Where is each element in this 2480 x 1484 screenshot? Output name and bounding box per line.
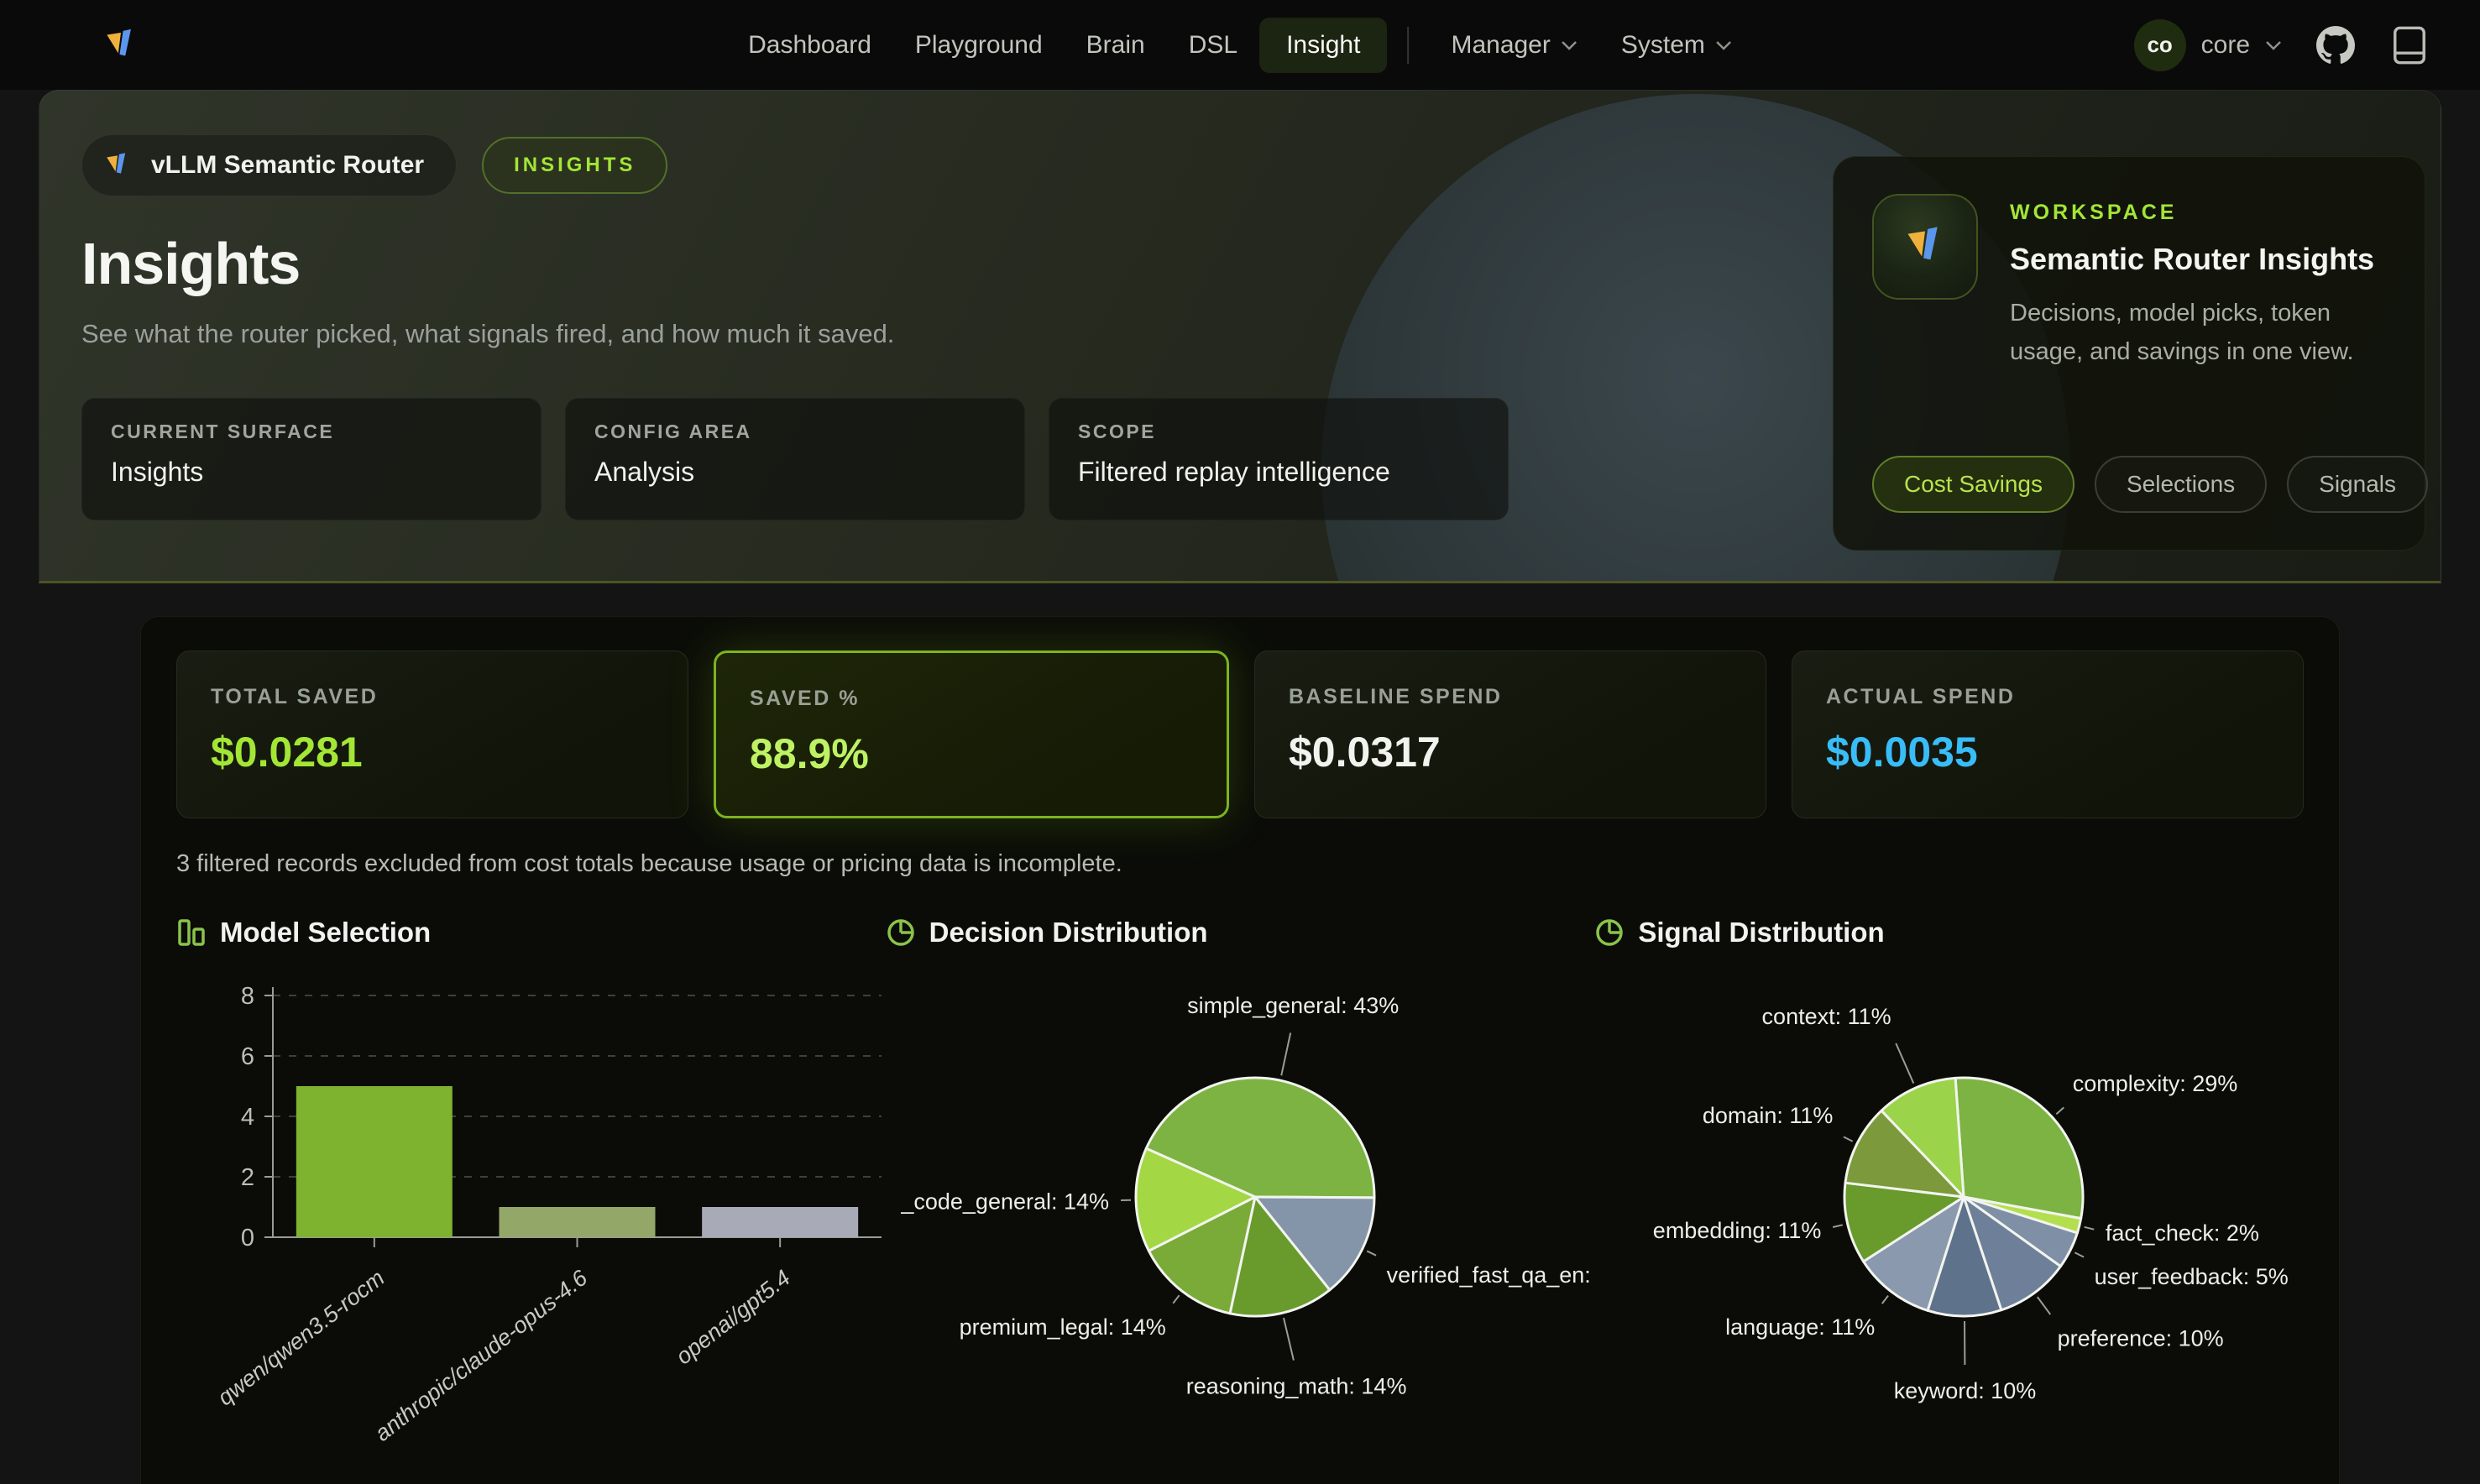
svg-text:qwen/qwen3.5-rocm: qwen/qwen3.5-rocm bbox=[212, 1265, 389, 1410]
workspace-title: Semantic Router Insights bbox=[2010, 242, 2379, 277]
tag-selections[interactable]: Selections bbox=[2095, 456, 2267, 513]
filtered-records-note: 3 filtered records excluded from cost to… bbox=[176, 850, 2304, 878]
metric-value: $0.0317 bbox=[1289, 728, 1732, 776]
nav-item-insight[interactable]: Insight bbox=[1259, 18, 1387, 73]
svg-text:0: 0 bbox=[241, 1225, 254, 1251]
account-menu[interactable]: co core bbox=[2134, 19, 2282, 71]
stat-label: CONFIG AREA bbox=[594, 421, 996, 443]
metric-value: 88.9% bbox=[750, 729, 1193, 778]
nav-item-dsl[interactable]: DSL bbox=[1167, 18, 1259, 73]
tag-signals[interactable]: Signals bbox=[2287, 456, 2428, 513]
signal-distribution-pie: complexity: 29% fact_check: 2% user_feedba… bbox=[1594, 960, 2304, 1464]
chart-title: Signal Distribution bbox=[1638, 917, 1884, 948]
metric-value: $0.0281 bbox=[211, 728, 654, 776]
vllm-logo-icon[interactable] bbox=[99, 24, 143, 67]
svg-text:keyword: 10%: keyword: 10% bbox=[1894, 1378, 2037, 1403]
workspace-tags: Cost Savings Selections Signals bbox=[1872, 456, 2386, 513]
avatar: co bbox=[2134, 19, 2186, 71]
svg-text:2: 2 bbox=[241, 1164, 254, 1191]
nav-item-playground[interactable]: Playground bbox=[893, 18, 1065, 73]
metric-label: SAVED % bbox=[750, 687, 1193, 711]
chevron-down-icon bbox=[1561, 40, 1577, 50]
stat-value: Filtered replay intelligence bbox=[1078, 457, 1479, 488]
workspace-description: Decisions, model picks, token usage, and… bbox=[2010, 294, 2379, 372]
model-selection-bar-chart: 0 2 4 6 8 qwen/qwen3.5-rocmanthropic/claude-o… bbox=[176, 960, 886, 1464]
insights-panel: TOTAL SAVED $0.0281 SAVED % 88.9% BASELI… bbox=[140, 616, 2340, 1484]
github-icon[interactable] bbox=[2315, 25, 2356, 65]
nav-divider bbox=[1407, 27, 1409, 64]
svg-text:embedding: 11%: embedding: 11% bbox=[1653, 1218, 1822, 1243]
metric-label: BASELINE SPEND bbox=[1289, 685, 1732, 709]
chart-title: Model Selection bbox=[220, 917, 431, 948]
workspace-logo-tile bbox=[1872, 194, 1978, 300]
charts-row: Model Selection 0 2 4 6 8 qwen/qwen3.5-rocman… bbox=[176, 917, 2304, 1464]
svg-text:openai/gpt5.4: openai/gpt5.4 bbox=[671, 1265, 794, 1369]
model-selection-chart: Model Selection 0 2 4 6 8 qwen/qwen3.5-rocman… bbox=[176, 917, 886, 1464]
svg-text:anthropic/claude-opus-4.6: anthropic/claude-opus-4.6 bbox=[370, 1264, 593, 1445]
metric-label: ACTUAL SPEND bbox=[1826, 685, 2269, 709]
metric-value: $0.0035 bbox=[1826, 728, 2269, 776]
metric-label: TOTAL SAVED bbox=[211, 685, 654, 709]
svg-text:_code_general: 14%: _code_general: 14% bbox=[900, 1189, 1109, 1214]
stat-value: Insights bbox=[111, 457, 512, 488]
svg-text:preference: 10%: preference: 10% bbox=[2058, 1325, 2224, 1351]
svg-text:4: 4 bbox=[241, 1104, 254, 1131]
stat-value: Analysis bbox=[594, 457, 996, 488]
nav-dropdown-manager-label: Manager bbox=[1451, 31, 1550, 60]
bar-chart-icon bbox=[176, 917, 207, 948]
svg-text:8: 8 bbox=[241, 983, 254, 1010]
top-nav-bar: Dashboard Playground Brain DSL Insight M… bbox=[0, 0, 2480, 90]
decision-distribution-pie: simple_general: 43% verified_fast_qa_en: … bbox=[886, 960, 1595, 1464]
vllm-logo-icon bbox=[1898, 220, 1952, 274]
chevron-down-icon bbox=[2265, 40, 2282, 50]
nav-dropdown-system-label: System bbox=[1621, 31, 1705, 60]
svg-text:user_feedback: 5%: user_feedback: 5% bbox=[2095, 1264, 2289, 1289]
nav-right-group: co core bbox=[2134, 19, 2430, 71]
svg-text:verified_fast_qa_en: 14: verified_fast_qa_en: 14 bbox=[1386, 1262, 1594, 1288]
stat-label: SCOPE bbox=[1078, 421, 1479, 443]
hero-section: vLLM Semantic Router INSIGHTS Insights S… bbox=[39, 90, 2441, 583]
chart-title: Decision Distribution bbox=[929, 917, 1208, 948]
metric-cards: TOTAL SAVED $0.0281 SAVED % 88.9% BASELI… bbox=[176, 651, 2304, 818]
nav-dropdown-system[interactable]: System bbox=[1599, 18, 1754, 73]
svg-text:domain: 11%: domain: 11% bbox=[1703, 1103, 1834, 1128]
brand-badge-label: vLLM Semantic Router bbox=[151, 151, 424, 180]
brand-badge[interactable]: vLLM Semantic Router bbox=[81, 134, 457, 196]
stat-card-config-area: CONFIG AREA Analysis bbox=[565, 398, 1025, 520]
insights-badge: INSIGHTS bbox=[482, 137, 667, 194]
docs-book-icon[interactable] bbox=[2389, 25, 2430, 65]
account-name: core bbox=[2201, 31, 2250, 60]
metric-card-actual-spend[interactable]: ACTUAL SPEND $0.0035 bbox=[1792, 651, 2304, 818]
pie-chart-icon bbox=[886, 917, 916, 948]
stat-card-current-surface: CURRENT SURFACE Insights bbox=[81, 398, 542, 520]
svg-text:language: 11%: language: 11% bbox=[1726, 1314, 1876, 1340]
nav-item-brain[interactable]: Brain bbox=[1065, 18, 1167, 73]
metric-card-saved-percent[interactable]: SAVED % 88.9% bbox=[714, 651, 1229, 818]
svg-text:premium_legal: 14%: premium_legal: 14% bbox=[959, 1314, 1165, 1340]
tag-cost-savings[interactable]: Cost Savings bbox=[1872, 456, 2075, 513]
metric-card-total-saved[interactable]: TOTAL SAVED $0.0281 bbox=[176, 651, 688, 818]
workspace-card: WORKSPACE Semantic Router Insights Decis… bbox=[1833, 156, 2425, 551]
svg-text:context: 11%: context: 11% bbox=[1762, 1004, 1891, 1029]
workspace-eyebrow: WORKSPACE bbox=[2010, 201, 2379, 225]
signal-distribution-chart: Signal Distribution complexity: 29% fact_… bbox=[1594, 917, 2304, 1464]
svg-text:complexity: 29%: complexity: 29% bbox=[2073, 1071, 2238, 1096]
svg-text:6: 6 bbox=[241, 1043, 254, 1070]
metric-card-baseline-spend[interactable]: BASELINE SPEND $0.0317 bbox=[1254, 651, 1766, 818]
svg-text:reasoning_math: 14%: reasoning_math: 14% bbox=[1185, 1373, 1406, 1398]
nav-links: Dashboard Playground Brain DSL Insight M… bbox=[726, 0, 1754, 90]
stat-label: CURRENT SURFACE bbox=[111, 421, 512, 443]
svg-text:simple_general: 43%: simple_general: 43% bbox=[1187, 993, 1399, 1018]
nav-dropdown-manager[interactable]: Manager bbox=[1429, 18, 1598, 73]
stat-card-scope: SCOPE Filtered replay intelligence bbox=[1049, 398, 1509, 520]
vllm-logo-icon bbox=[101, 149, 134, 182]
nav-item-dashboard[interactable]: Dashboard bbox=[726, 18, 893, 73]
chevron-down-icon bbox=[1715, 40, 1732, 50]
pie-chart-icon bbox=[1594, 917, 1625, 948]
decision-distribution-chart: Decision Distribution simple_general: 43… bbox=[886, 917, 1595, 1464]
svg-text:fact_check: 2%: fact_check: 2% bbox=[2106, 1220, 2259, 1246]
